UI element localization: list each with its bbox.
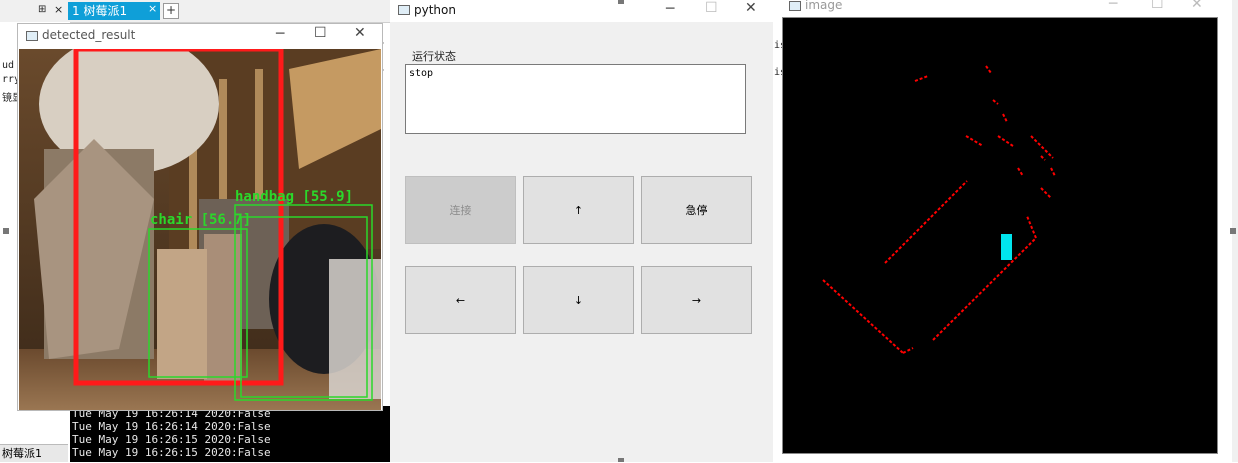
handbag-detection-label: handbag [55.9] xyxy=(235,189,353,205)
app-icon xyxy=(789,1,801,11)
window-title: image xyxy=(805,0,843,12)
log-line: Tue May 19 16:26:14 2020:False xyxy=(72,420,271,433)
log-line: Tue May 19 16:26:15 2020:False xyxy=(72,446,271,459)
status-value: stop xyxy=(409,68,434,79)
add-tab-button[interactable]: + xyxy=(163,3,179,19)
app-icon xyxy=(398,5,410,15)
minimize-icon[interactable]: ─ xyxy=(666,1,674,17)
detected-result-window: detected_result ─ ☐ ✕ chair [56.7] handb… xyxy=(17,23,383,411)
backward-button[interactable]: ↓ xyxy=(523,266,634,334)
python-control-window: python ─ ☐ ✕ 运行状态 stop 连接 ↑ 急停 ← ↓ → xyxy=(390,0,773,462)
window-title: detected_result xyxy=(42,28,136,42)
resize-handle[interactable] xyxy=(3,228,9,234)
maximize-icon[interactable]: ☐ xyxy=(1151,0,1164,12)
detection-camera-image: chair [56.7] handbag [55.9] xyxy=(19,49,381,410)
image-window: image ─ ☐ ✕ is is xyxy=(774,0,1238,462)
app-icon xyxy=(26,31,38,41)
bottom-tab-label: 树莓派1 xyxy=(2,447,42,460)
detected-result-titlebar[interactable]: detected_result ─ ☐ ✕ xyxy=(18,24,382,48)
robot-marker xyxy=(1001,234,1012,260)
forward-button[interactable]: ↑ xyxy=(523,176,634,244)
status-label: 运行状态 xyxy=(412,50,456,63)
emergency-stop-button[interactable]: 急停 xyxy=(641,176,752,244)
pin-icon[interactable]: ⊞ xyxy=(38,4,46,15)
lidar-points xyxy=(822,65,1056,354)
close-tab-icon[interactable]: × xyxy=(54,3,63,16)
minimize-icon[interactable]: ─ xyxy=(276,26,284,42)
left-button[interactable]: ← xyxy=(405,266,516,334)
bottom-tab-raspberry-pi-1[interactable]: 树莓派1 xyxy=(0,444,68,462)
resize-handle[interactable] xyxy=(618,0,624,4)
connect-button[interactable]: 连接 xyxy=(405,176,516,244)
maximize-icon: ☐ xyxy=(705,0,718,16)
tab-label: 1 树莓派1 xyxy=(72,4,128,18)
close-icon[interactable]: ✕ xyxy=(354,25,366,41)
terminal-tab-bar: ⊞ × 1 树莓派1 × + xyxy=(0,0,390,23)
resize-handle[interactable] xyxy=(618,458,624,462)
log-line: Tue May 19 16:26:15 2020:False xyxy=(72,433,271,446)
lidar-scan xyxy=(822,65,1056,354)
python-titlebar[interactable]: python ─ ☐ ✕ xyxy=(390,0,773,22)
status-textbox[interactable]: stop xyxy=(405,64,746,134)
camera-scene: chair [56.7] handbag [55.9] xyxy=(19,49,381,410)
close-icon[interactable]: ✕ xyxy=(745,0,757,16)
right-button[interactable]: → xyxy=(641,266,752,334)
maximize-icon[interactable]: ☐ xyxy=(314,25,327,41)
chair-detection-label: chair [56.7] xyxy=(150,212,251,228)
close-active-tab-icon[interactable]: × xyxy=(148,2,157,15)
window-title: python xyxy=(414,3,456,17)
resize-handle[interactable] xyxy=(1230,228,1236,234)
minimize-icon[interactable]: ─ xyxy=(1109,0,1117,12)
tab-raspberry-pi-1[interactable]: 1 树莓派1 xyxy=(68,2,160,20)
close-icon[interactable]: ✕ xyxy=(1191,0,1203,12)
lidar-map-canvas xyxy=(782,17,1218,454)
terminal-output: Tue May 19 16:26:14 2020:False Tue May 1… xyxy=(70,406,390,462)
side-snippet: ud xyxy=(2,60,15,71)
